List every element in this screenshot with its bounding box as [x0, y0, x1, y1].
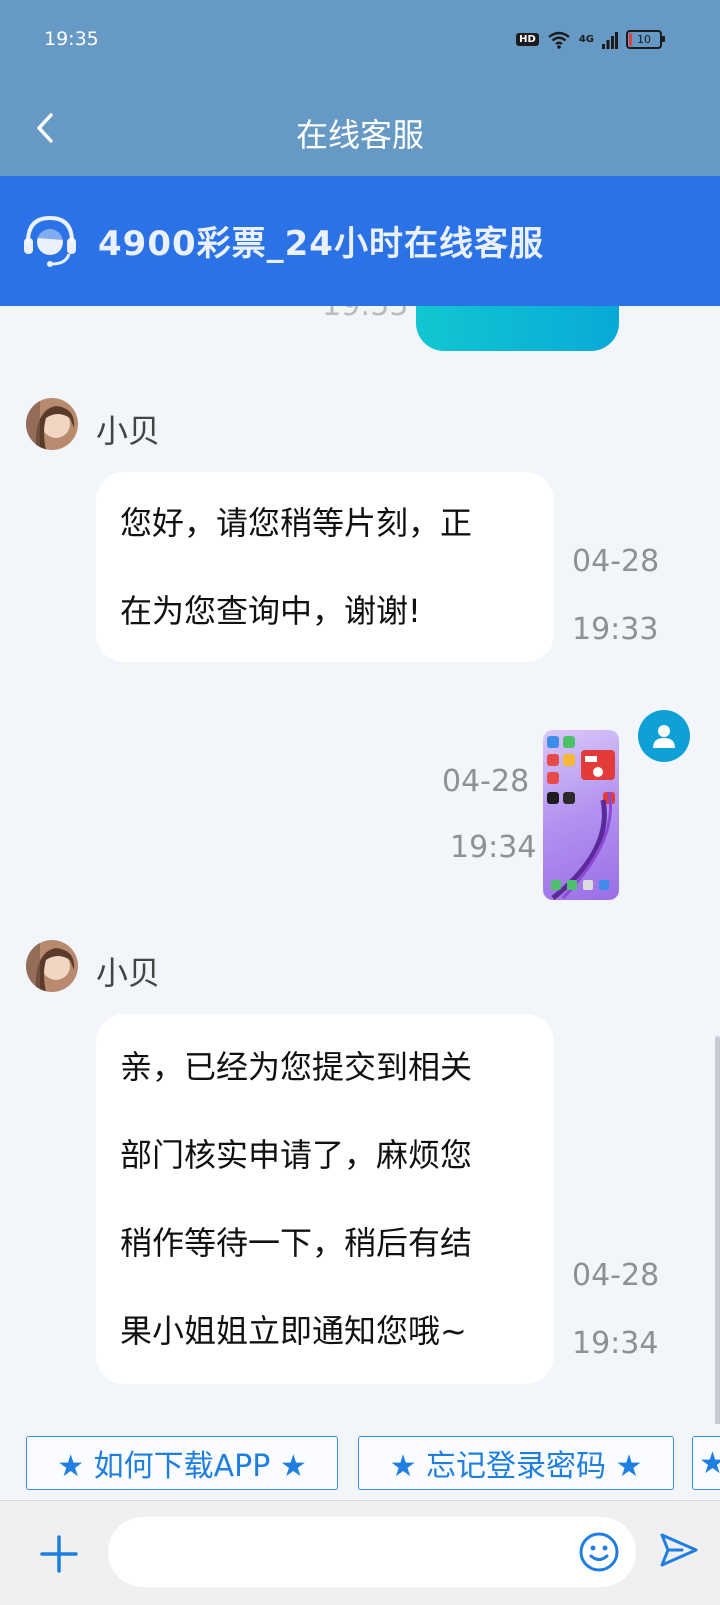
message-line: 在为您查询中，谢谢!	[120, 592, 421, 630]
agent-avatar[interactable]	[26, 398, 78, 450]
send-button[interactable]	[658, 1529, 700, 1571]
quick-reply-bar: ★ 如何下载APP ★ ★ 忘记登录密码 ★ ★	[0, 1424, 720, 1500]
message-line: 稍作等待一下，稍后有结	[120, 1224, 473, 1262]
headset-agent-icon	[24, 215, 76, 267]
message-input-area	[0, 1500, 720, 1605]
user-icon	[653, 725, 675, 748]
image-message-thumbnail[interactable]	[543, 730, 619, 900]
signal-icon: 4G	[578, 34, 594, 45]
message-line: 果小姐姐立即通知您哦~	[120, 1312, 467, 1350]
nav-bar: 在线客服	[0, 84, 720, 176]
user-avatar[interactable]	[638, 710, 690, 762]
prev-message-time: 19:55	[322, 306, 408, 323]
screenshot-image	[547, 736, 615, 900]
message-time: 19:34	[450, 830, 537, 865]
message-line: 部门核实申请了，麻烦您	[120, 1136, 473, 1174]
message-time: 19:33	[572, 612, 659, 647]
quick-reply-download-app[interactable]: ★ 如何下载APP ★	[26, 1436, 338, 1490]
message-input[interactable]	[108, 1517, 636, 1587]
status-bar: 19:35 HD 4G 10	[0, 0, 720, 84]
scrollbar[interactable]	[715, 1036, 720, 1424]
page-title: 在线客服	[295, 116, 424, 154]
agent-avatar-icon	[26, 940, 78, 992]
emoji-button[interactable]	[578, 1531, 620, 1573]
agent-name: 小贝	[96, 412, 161, 450]
battery-level: 10	[637, 33, 651, 46]
status-time: 19:35	[44, 28, 99, 50]
agent-avatar-icon	[26, 398, 78, 450]
status-icons: HD 4G 10	[516, 30, 665, 49]
message-line: 您好，请您稍等片刻，正	[120, 504, 473, 542]
quick-reply-more[interactable]: ★	[692, 1436, 720, 1490]
agent-name: 小贝	[96, 954, 161, 992]
hd-icon: HD	[516, 33, 539, 46]
message-date: 04-28	[572, 1258, 660, 1293]
chat-list[interactable]: 19:55 小贝 您好，请您稍等片刻，正 在为您查询中，谢谢! 04-28 19…	[0, 306, 720, 1424]
wifi-icon	[548, 31, 570, 49]
agent-avatar[interactable]	[26, 940, 78, 992]
quick-reply-forgot-password[interactable]: ★ 忘记登录密码 ★	[358, 1436, 674, 1490]
battery-icon: 10	[626, 30, 665, 49]
agent-message-bubble[interactable]: 亲，已经为您提交到相关 部门核实申请了，麻烦您 稍作等待一下，稍后有结 果小姐姐…	[96, 1014, 554, 1384]
agent-message-bubble[interactable]: 您好，请您稍等片刻，正 在为您查询中，谢谢!	[96, 472, 554, 662]
message-date: 04-28	[572, 544, 660, 579]
add-attachment-button[interactable]	[36, 1531, 82, 1577]
message-line: 亲，已经为您提交到相关	[120, 1048, 473, 1086]
message-date: 04-28	[442, 764, 530, 799]
message-time: 19:34	[572, 1326, 659, 1361]
service-banner: 4900彩票_24小时在线客服	[0, 176, 720, 306]
prev-user-bubble[interactable]	[416, 306, 619, 351]
banner-title: 4900彩票_24小时在线客服	[98, 224, 544, 264]
signal-bars-icon	[602, 31, 618, 49]
